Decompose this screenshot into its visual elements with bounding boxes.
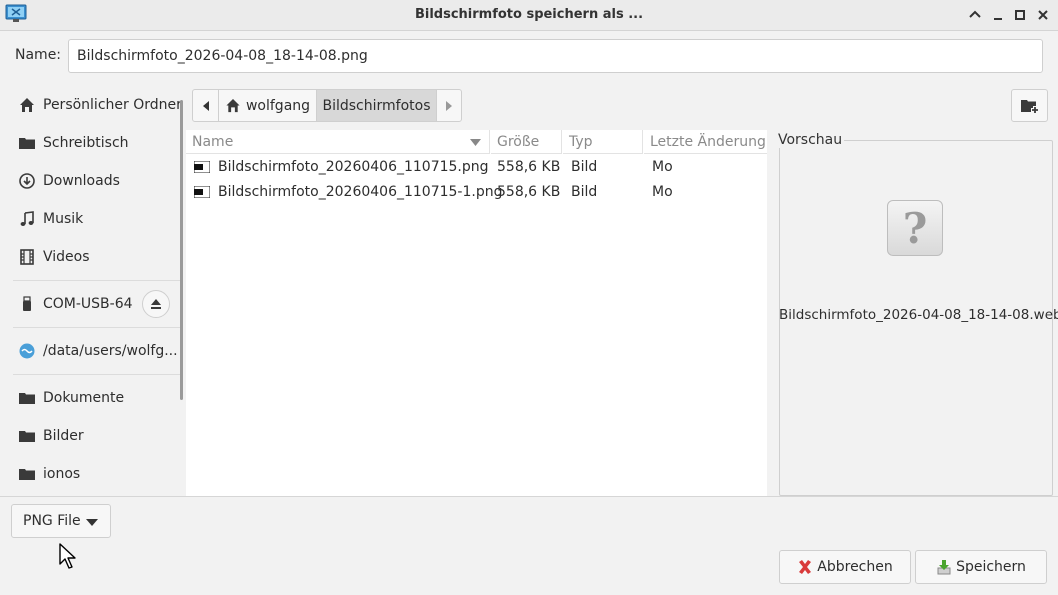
- cancel-icon: [799, 560, 812, 574]
- file-modified: Mo: [652, 184, 673, 200]
- path-current-label: Bildschirmfotos: [322, 97, 431, 114]
- file-list[interactable]: Name Größe Typ Letzte Änderung Bildschir…: [186, 130, 767, 496]
- column-header-type-label: Typ: [569, 134, 593, 150]
- save-button[interactable]: Speichern: [915, 550, 1047, 584]
- sidebar-item-usb-drive[interactable]: COM-USB-64: [5, 286, 181, 322]
- column-header-modified-label: Letzte Änderung: [650, 134, 766, 150]
- sidebar-item-desktop[interactable]: Schreibtisch: [5, 125, 181, 161]
- sidebar-item-downloads[interactable]: Downloads: [5, 163, 181, 199]
- sidebar-item-label: ionos: [43, 466, 81, 482]
- file-type: Bild: [571, 159, 598, 175]
- save-button-label: Speichern: [956, 559, 1026, 575]
- sidebar-item-label: Dokumente: [43, 390, 125, 406]
- mouse-cursor-icon: [59, 543, 76, 569]
- unknown-file-icon: ?: [887, 200, 943, 256]
- home-icon: [226, 98, 240, 113]
- path-home-button[interactable]: wolfgang: [219, 90, 317, 121]
- sidebar-item-label: Musik: [43, 211, 84, 227]
- path-bar: wolfgang Bildschirmfotos: [192, 89, 462, 122]
- folder-icon: [18, 134, 36, 152]
- network-icon: [18, 342, 36, 360]
- table-row[interactable]: Bildschirmfoto_20260406_110715.png 558,6…: [186, 155, 767, 180]
- file-modified: Mo: [652, 159, 673, 175]
- column-header-size-label: Größe: [497, 134, 540, 150]
- close-button[interactable]: [1034, 6, 1052, 24]
- sidebar-separator: [13, 327, 183, 328]
- sidebar-item-videos[interactable]: Videos: [5, 239, 181, 275]
- new-folder-button[interactable]: [1011, 89, 1048, 122]
- cancel-button-label: Abbrechen: [817, 559, 893, 575]
- sidebar-item-home[interactable]: Persönlicher Ordner: [5, 87, 182, 123]
- file-name: Bildschirmfoto_20260406_110715.png: [218, 159, 489, 175]
- sidebar-item-music[interactable]: Musik: [5, 201, 181, 237]
- title-bar: Bildschirmfoto speichern als ...: [0, 0, 1058, 31]
- preview-legend: Vorschau: [778, 132, 845, 148]
- download-icon: [18, 172, 36, 190]
- name-label: Name:: [15, 47, 62, 63]
- new-folder-icon: [1020, 99, 1038, 113]
- file-name: Bildschirmfoto_20260406_110715-1.png: [218, 184, 503, 200]
- chevron-left-icon: [202, 100, 209, 111]
- sidebar-item-dokumente[interactable]: Dokumente: [5, 380, 181, 416]
- preview-filename: Bildschirmfoto_2026-04-08_18-14-08.webp: [779, 307, 1058, 323]
- folder-icon: [18, 389, 36, 407]
- places-sidebar: Persönlicher Ordner Schreibtisch Downloa…: [5, 84, 185, 496]
- save-icon: [937, 560, 951, 575]
- sidebar-item-label: Videos: [43, 249, 90, 265]
- image-file-icon: [194, 186, 210, 198]
- sidebar-separator: [13, 280, 183, 281]
- sidebar-item-label: Schreibtisch: [43, 135, 129, 151]
- sidebar-scrollbar[interactable]: [180, 100, 183, 400]
- column-header-name[interactable]: Name: [186, 130, 490, 154]
- music-icon: [18, 210, 36, 228]
- chevron-down-icon: [86, 519, 98, 526]
- eject-icon: [151, 299, 161, 309]
- sidebar-separator: [13, 374, 183, 375]
- film-icon: [18, 248, 36, 266]
- minimize-button[interactable]: [989, 6, 1007, 24]
- file-size: 558,6 KB: [497, 184, 561, 200]
- sidebar-item-label: Downloads: [43, 173, 120, 189]
- column-header-modified[interactable]: Letzte Änderung: [644, 130, 767, 154]
- file-type-filter-label: PNG File: [23, 513, 81, 529]
- bottom-separator: [0, 496, 1058, 497]
- path-home-label: wolfgang: [245, 97, 311, 114]
- filename-input[interactable]: Bildschirmfoto_2026-04-08_18-14-08.png: [68, 39, 1043, 73]
- sidebar-item-network-path[interactable]: /data/users/wolfg...: [5, 333, 181, 369]
- path-current-button[interactable]: Bildschirmfotos: [317, 90, 437, 121]
- chevron-right-icon: [446, 100, 452, 111]
- keep-above-button[interactable]: [966, 6, 984, 24]
- sort-down-icon: [470, 139, 481, 146]
- maximize-button[interactable]: [1011, 6, 1029, 24]
- sidebar-item-bilder[interactable]: Bilder: [5, 418, 181, 454]
- folder-icon: [18, 465, 36, 483]
- sidebar-item-label: COM-USB-64: [43, 296, 133, 312]
- file-type: Bild: [571, 184, 598, 200]
- path-back-button[interactable]: [193, 90, 219, 121]
- sidebar-item-ionos[interactable]: ionos: [5, 456, 181, 492]
- table-row[interactable]: Bildschirmfoto_20260406_110715-1.png 558…: [186, 180, 767, 205]
- sidebar-item-label: /data/users/wolfg...: [43, 343, 178, 359]
- image-file-icon: [194, 161, 210, 173]
- path-forward-button[interactable]: [437, 90, 461, 121]
- column-header-type[interactable]: Typ: [563, 130, 643, 154]
- sidebar-item-label: Bilder: [43, 428, 84, 444]
- eject-button[interactable]: [142, 290, 170, 318]
- column-header-name-label: Name: [192, 134, 234, 150]
- folder-icon: [18, 427, 36, 445]
- file-size: 558,6 KB: [497, 159, 561, 175]
- column-header-size[interactable]: Größe: [491, 130, 562, 154]
- usb-drive-icon: [18, 295, 36, 313]
- sidebar-item-label: Persönlicher Ordner: [43, 97, 182, 113]
- cancel-button[interactable]: Abbrechen: [779, 550, 911, 584]
- home-icon: [18, 96, 36, 114]
- window-title: Bildschirmfoto speichern als ...: [414, 7, 644, 22]
- file-type-filter[interactable]: PNG File: [11, 504, 111, 538]
